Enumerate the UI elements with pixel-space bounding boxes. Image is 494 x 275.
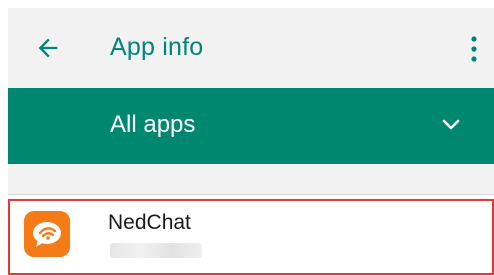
app-filter-dropdown[interactable]: All apps [8,88,494,164]
screen: App info All apps NedChat [0,0,494,275]
list-header-spacer [8,164,494,194]
divider [8,194,494,195]
app-size-redacted [110,243,202,258]
filter-label: All apps [110,111,196,138]
chevron-down-icon [442,119,460,130]
nedchat-app-icon [24,211,70,257]
page-title: App info [110,33,204,61]
app-name: NedChat [108,211,191,234]
more-vert-icon[interactable] [468,34,480,64]
app-list-item-nedchat[interactable]: NedChat [8,199,494,275]
app-bar: App info [8,8,494,88]
arrow-back-icon[interactable] [34,34,62,62]
